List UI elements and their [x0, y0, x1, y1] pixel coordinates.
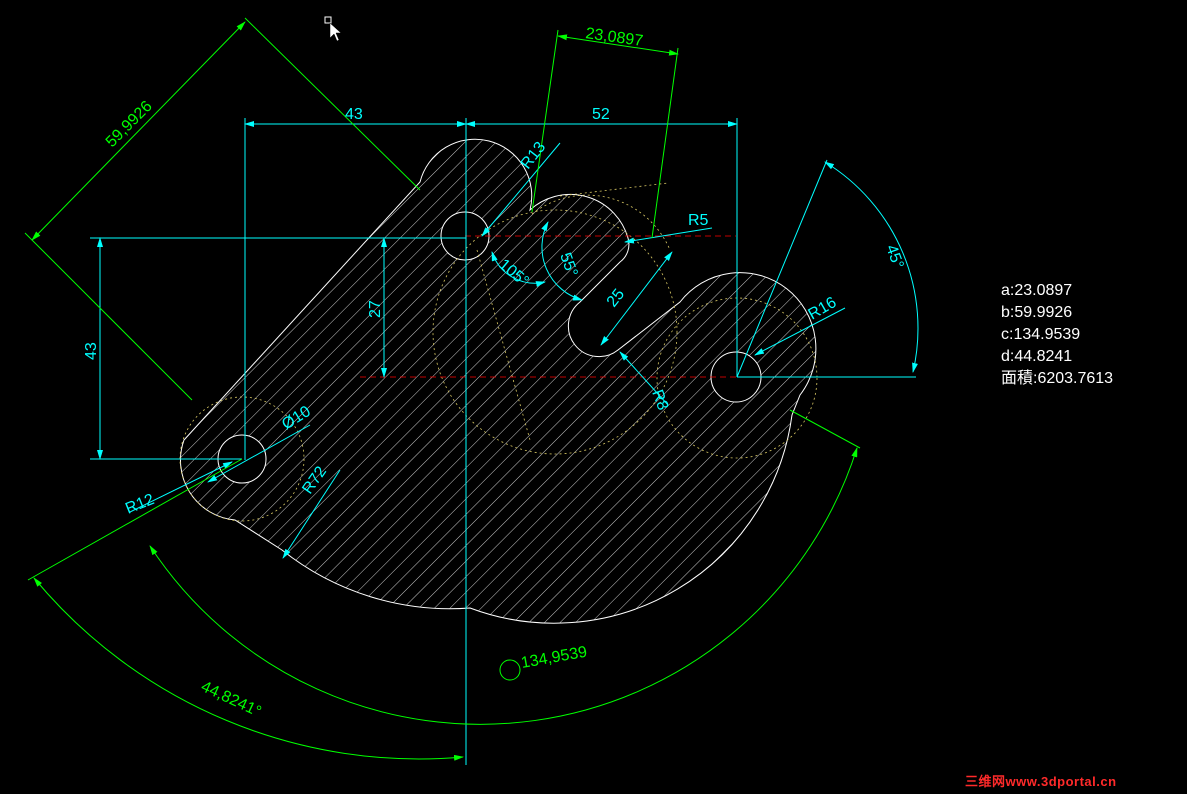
part-profile: [179, 138, 817, 624]
dim-arc-length: 134,9539: [520, 644, 589, 672]
dim-r16: R16: [806, 294, 840, 323]
result-a: a:23.0897: [1001, 282, 1073, 299]
dim-a-aligned: 23,0897: [584, 25, 644, 50]
dim-vert-inner: 27: [367, 300, 384, 318]
mouse-pointer-icon: [324, 16, 342, 42]
dim-vert-left: 43: [83, 342, 100, 360]
dim-r5: R5: [688, 212, 709, 229]
result-c: c:134.9539: [1001, 326, 1081, 343]
dim-slot-25: 25: [604, 286, 628, 311]
measurement-results: a:23.0897 b:59.9926 c:134.9539 d:44.8241…: [1001, 280, 1113, 390]
dim-angle-45: 45°: [882, 243, 906, 272]
cad-drawing-canvas[interactable]: 43 52 43 27 R13 R5 R16 R8 25 105° 55° 45…: [0, 0, 1187, 794]
dim-horiz-left: 43: [345, 106, 363, 123]
result-area: 面積:6203.7613: [1001, 370, 1114, 387]
dim-angle-bottom: 44,8241°: [198, 678, 263, 721]
dim-r12: R12: [123, 491, 157, 518]
dim-b-aligned: 59,9926: [103, 98, 156, 151]
result-b: b:59.9926: [1001, 304, 1073, 321]
watermark: 三维网www.3dportal.cn: [965, 774, 1117, 789]
result-d: d:44.8241: [1001, 348, 1073, 365]
dim-horiz-right: 52: [592, 106, 610, 123]
